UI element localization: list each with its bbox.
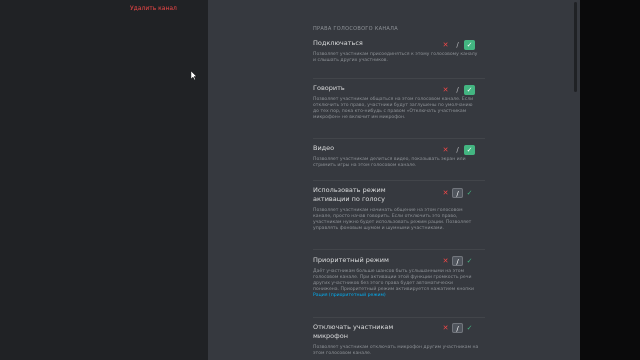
neutral-icon[interactable]: /	[452, 40, 463, 50]
divider	[313, 78, 485, 79]
permission-description: Позволяет участникам отключать микрофон …	[313, 345, 479, 357]
permission-toggle-voice-activity: ✕ / ✓	[440, 188, 476, 198]
mouse-cursor-icon	[191, 71, 197, 80]
right-gutter	[580, 0, 640, 360]
permission-description: Позволяет участникам общаться на этом го…	[313, 97, 474, 121]
priority-speaker-link[interactable]: Рация (приоритетный режим)	[313, 293, 386, 298]
permission-toggle-video: ✕ / ✓	[440, 145, 476, 155]
permission-description: Позволяет участникам присоединяться к эт…	[313, 52, 478, 64]
permissions-panel: Права голосового канала Подключаться Поз…	[208, 0, 580, 360]
permission-title: Подключаться	[313, 39, 363, 47]
deny-icon[interactable]: ✕	[440, 85, 451, 95]
allow-icon[interactable]: ✓	[464, 188, 475, 198]
delete-channel-button[interactable]: Удалить канал	[130, 5, 177, 12]
neutral-icon[interactable]: /	[452, 323, 463, 333]
allow-icon[interactable]: ✓	[464, 256, 475, 266]
scrollbar[interactable]	[574, 2, 577, 92]
permission-description: Позволяет участникам начинать общение на…	[313, 208, 472, 232]
allow-icon[interactable]: ✓	[464, 323, 475, 333]
deny-icon[interactable]: ✕	[440, 145, 451, 155]
permission-toggle-priority-speaker: ✕ / ✓	[440, 256, 476, 266]
divider	[313, 317, 485, 318]
permission-title: Говорить	[313, 84, 345, 92]
permission-description-text: Даёт участникам больше шансов быть услыш…	[313, 269, 474, 293]
permission-description: Даёт участникам больше шансов быть услыш…	[313, 269, 479, 299]
permission-title: Приоритетный режим	[313, 256, 389, 264]
permission-toggle-mute-members: ✕ / ✓	[440, 323, 476, 333]
permission-title: Отключать участникам микрофон	[313, 323, 394, 340]
neutral-icon[interactable]: /	[452, 188, 463, 198]
neutral-icon[interactable]: /	[452, 145, 463, 155]
divider	[313, 180, 485, 181]
permission-toggle-connect: ✕ / ✓	[440, 40, 476, 50]
settings-sidebar: Удалить канал	[0, 0, 208, 360]
permission-description: Позволяет участникам делиться видео, пок…	[313, 157, 466, 169]
permission-title: Использовать режим активации по голосу	[313, 186, 386, 203]
permissions-scroller[interactable]: Права голосового канала Подключаться Поз…	[208, 0, 580, 360]
permission-title: Видео	[313, 144, 335, 152]
allow-icon[interactable]: ✓	[464, 145, 475, 155]
section-title: Права голосового канала	[313, 26, 398, 32]
deny-icon[interactable]: ✕	[440, 40, 451, 50]
permission-toggle-speak: ✕ / ✓	[440, 85, 476, 95]
neutral-icon[interactable]: /	[452, 256, 463, 266]
allow-icon[interactable]: ✓	[464, 40, 475, 50]
deny-icon[interactable]: ✕	[440, 323, 451, 333]
neutral-icon[interactable]: /	[452, 85, 463, 95]
divider	[313, 138, 485, 139]
allow-icon[interactable]: ✓	[464, 85, 475, 95]
deny-icon[interactable]: ✕	[440, 256, 451, 266]
deny-icon[interactable]: ✕	[440, 188, 451, 198]
divider	[313, 249, 485, 250]
